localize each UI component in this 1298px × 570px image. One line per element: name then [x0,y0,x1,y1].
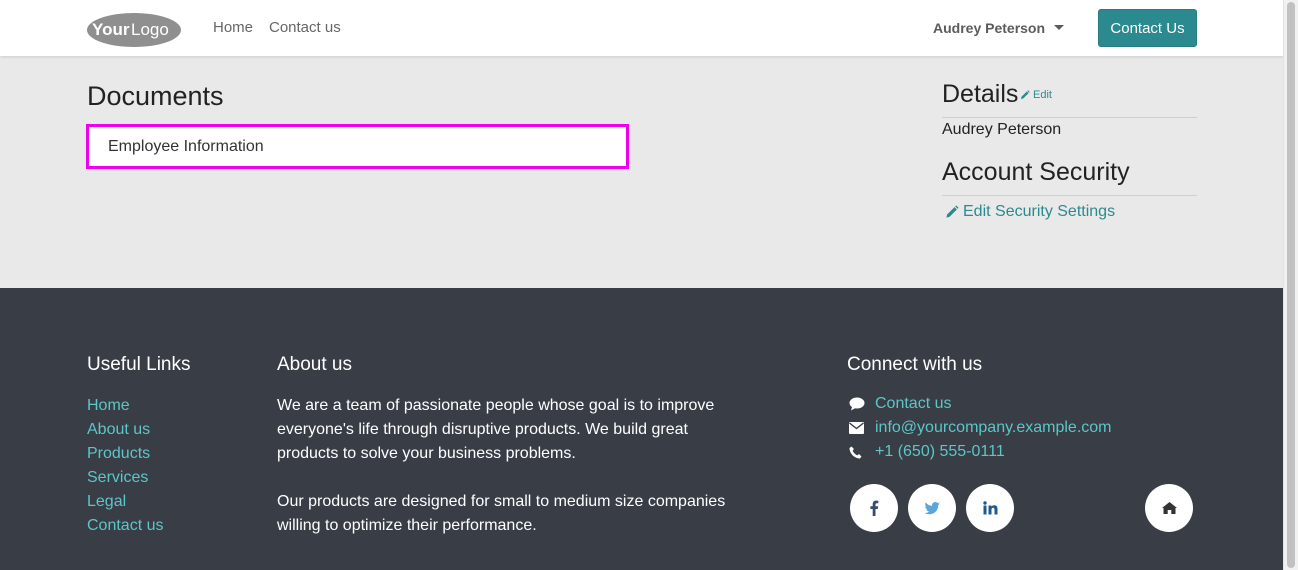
document-item-label: Employee Information [108,137,264,155]
company-logo[interactable]: Your Logo [86,12,182,48]
footer-link-products[interactable]: Products [87,442,163,466]
twitter-button[interactable] [908,484,956,532]
nav-home[interactable]: Home [213,19,253,36]
phone-icon [849,446,875,459]
connect-phone[interactable]: +1 (650) 555-0111 [849,440,1112,464]
connect-contact-label: Contact us [875,395,952,412]
contact-us-button[interactable]: Contact Us [1098,9,1197,47]
useful-links-title: Useful Links [87,354,191,375]
vertical-scrollbar[interactable] [1283,0,1298,570]
page: Your Logo Home Contact us Audrey Peterso… [0,0,1283,570]
connect-phone-label: +1 (650) 555-0111 [875,443,1005,460]
details-title: Details [942,80,1019,108]
home-icon [1161,502,1177,514]
footer-link-legal[interactable]: Legal [87,490,163,514]
connect-email[interactable]: info@yourcompany.example.com [849,416,1112,440]
comment-icon [849,397,875,411]
svg-text:Logo: Logo [131,20,169,39]
connect-list: Contact us info@yourcompany.example.com … [849,392,1112,464]
about-paragraph-1: We are a team of passionate people whose… [277,397,715,462]
connect-contact-us[interactable]: Contact us [849,392,1112,416]
svg-text:Your: Your [92,20,130,39]
connect-email-label: info@yourcompany.example.com [875,419,1112,436]
edit-security-settings-link[interactable]: Edit Security Settings [945,203,1115,221]
details-divider [942,117,1197,118]
footer-link-services[interactable]: Services [87,466,163,490]
top-navbar: Your Logo Home Contact us Audrey Peterso… [0,0,1283,56]
footer-link-home[interactable]: Home [87,394,163,418]
about-paragraph-2: Our products are designed for small to m… [277,493,726,534]
about-us-text: We are a team of passionate people whose… [277,394,737,538]
caret-down-icon [1054,25,1065,30]
user-menu-name: Audrey Peterson [933,20,1046,36]
account-security-title: Account Security [942,158,1130,186]
facebook-icon [870,500,879,516]
linkedin-icon [982,501,997,515]
pencil-icon [946,205,959,218]
twitter-icon [924,501,940,514]
home-button[interactable] [1145,484,1193,532]
about-us-title: About us [277,354,352,375]
facebook-button[interactable] [850,484,898,532]
security-link-label: Edit Security Settings [963,203,1116,220]
edit-label: Edit [1033,89,1052,101]
footer-link-contact-us[interactable]: Contact us [87,514,163,538]
user-menu-dropdown[interactable]: Audrey Peterson [933,20,1065,36]
connect-title: Connect with us [847,354,983,375]
pencil-icon [1021,90,1030,99]
footer: Useful Links Home About us Products Serv… [0,288,1283,570]
scrollbar-thumb[interactable] [1287,2,1295,568]
details-user-name: Audrey Peterson [942,121,1062,138]
security-divider [942,195,1197,196]
documents-title: Documents [87,81,224,111]
nav-contact-us[interactable]: Contact us [269,19,341,36]
envelope-icon [849,422,875,434]
document-item-employee-information[interactable]: Employee Information [86,124,629,169]
edit-details-link[interactable]: Edit [1020,89,1052,101]
footer-link-about-us[interactable]: About us [87,418,163,442]
useful-links-list: Home About us Products Services Legal Co… [87,394,163,538]
linkedin-button[interactable] [966,484,1014,532]
